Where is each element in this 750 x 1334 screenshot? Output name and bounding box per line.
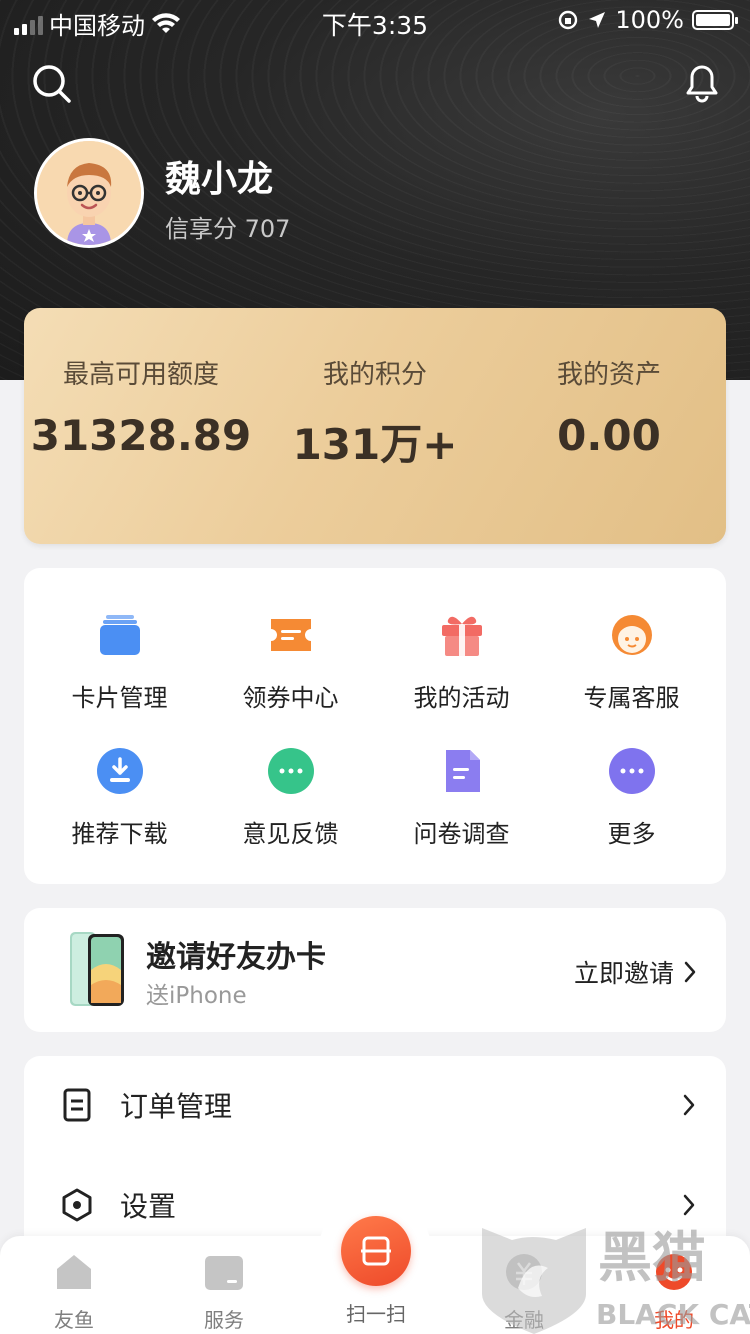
points-stat[interactable]: 我的积分 131万+ [258, 354, 492, 472]
tab-label: 我的 [654, 1308, 694, 1332]
invite-banner[interactable]: 邀请好友办卡 送iPhone 立即邀请 [24, 908, 726, 1032]
tab-mine[interactable]: 我的 [624, 1252, 724, 1333]
tab-services[interactable]: 服务 [174, 1252, 274, 1333]
survey-icon [437, 746, 487, 796]
tab-youyu[interactable]: 友鱼 [24, 1252, 124, 1333]
more-icon [607, 746, 657, 796]
chevron-right-icon [683, 1194, 695, 1216]
avatar-illustration [37, 141, 141, 245]
service-label: 意见反馈 [242, 820, 339, 848]
service-customer-service[interactable]: 专属客服 [546, 610, 717, 713]
profile-icon [656, 1254, 692, 1290]
gift-icon [437, 610, 487, 660]
settings-icon [62, 1188, 92, 1222]
service-label: 我的活动 [413, 684, 510, 712]
service-feedback[interactable]: 意见反馈 [205, 746, 376, 849]
feedback-icon [266, 746, 316, 796]
service-coupon-center[interactable]: 领券中心 [205, 610, 376, 713]
home-icon [57, 1255, 91, 1289]
assets-label: 我的资产 [556, 360, 661, 390]
battery-percent: 100% [615, 6, 684, 34]
status-right: 100% [557, 6, 738, 34]
service-more[interactable]: 更多 [546, 746, 717, 849]
service-label: 更多 [607, 820, 656, 848]
customer-service-icon [607, 610, 657, 660]
service-my-activities[interactable]: 我的活动 [376, 610, 547, 713]
notification-bell-icon[interactable] [680, 62, 724, 106]
orientation-lock-icon [559, 10, 578, 30]
service-survey[interactable]: 问卷调查 [376, 746, 547, 849]
service-label: 问卷调查 [413, 820, 510, 848]
assets-stat[interactable]: 我的资产 0.00 [492, 354, 726, 460]
assets-value: 0.00 [557, 411, 661, 460]
tab-label: 友鱼 [54, 1308, 94, 1332]
order-icon [63, 1088, 91, 1122]
user-name: 魏小龙 [165, 159, 274, 200]
menu-label: 设置 [120, 1190, 177, 1223]
service-icon [205, 1256, 243, 1290]
menu-label: 订单管理 [120, 1090, 233, 1123]
service-label: 卡片管理 [71, 684, 168, 712]
finance-icon [506, 1254, 542, 1290]
service-recommend-download[interactable]: 推荐下载 [34, 746, 205, 849]
scan-label: 扫一扫 [346, 1302, 406, 1326]
iphone-image [70, 932, 124, 1006]
service-label: 专属客服 [583, 684, 680, 712]
tab-finance[interactable]: 金融 [474, 1252, 574, 1333]
service-label: 领券中心 [242, 684, 339, 712]
services-grid: 卡片管理 领券中心 我的活动 专属客服 推荐下载 意见反馈 问卷调查 更多 [24, 568, 726, 884]
tab-label: 服务 [204, 1308, 244, 1332]
service-card-management[interactable]: 卡片管理 [34, 610, 205, 713]
location-icon [589, 12, 606, 28]
card-stack-icon [95, 610, 145, 660]
invite-now-button[interactable]: 立即邀请 [574, 954, 696, 990]
scan-button[interactable] [341, 1216, 411, 1286]
menu-item-orders[interactable]: 订单管理 [24, 1056, 726, 1154]
credit-limit-stat[interactable]: 最高可用额度 31328.89 [24, 354, 258, 460]
coupon-icon [266, 610, 316, 660]
points-label: 我的积分 [322, 360, 427, 390]
credit-limit-label: 最高可用额度 [62, 360, 219, 390]
search-icon[interactable] [30, 62, 74, 106]
download-icon [95, 746, 145, 796]
tab-label: 金融 [504, 1308, 544, 1332]
invite-title: 邀请好友办卡 [146, 940, 326, 975]
invite-action-label: 立即邀请 [573, 959, 674, 988]
avatar[interactable] [34, 138, 144, 248]
status-bar: 中国移动 下午3:35 100% [0, 0, 750, 40]
invite-subtitle: 送iPhone [146, 983, 247, 1009]
credit-score: 信享分 707 [165, 215, 291, 243]
points-value: 131万+ [292, 420, 458, 469]
service-label: 推荐下载 [71, 820, 168, 848]
credit-limit-value: 31328.89 [30, 411, 252, 460]
chevron-right-icon [684, 961, 696, 983]
account-summary-card: 最高可用额度 31328.89 我的积分 131万+ 我的资产 0.00 [24, 308, 726, 544]
battery-icon [692, 10, 738, 30]
scan-icon [361, 1236, 391, 1266]
chevron-right-icon [683, 1094, 695, 1116]
